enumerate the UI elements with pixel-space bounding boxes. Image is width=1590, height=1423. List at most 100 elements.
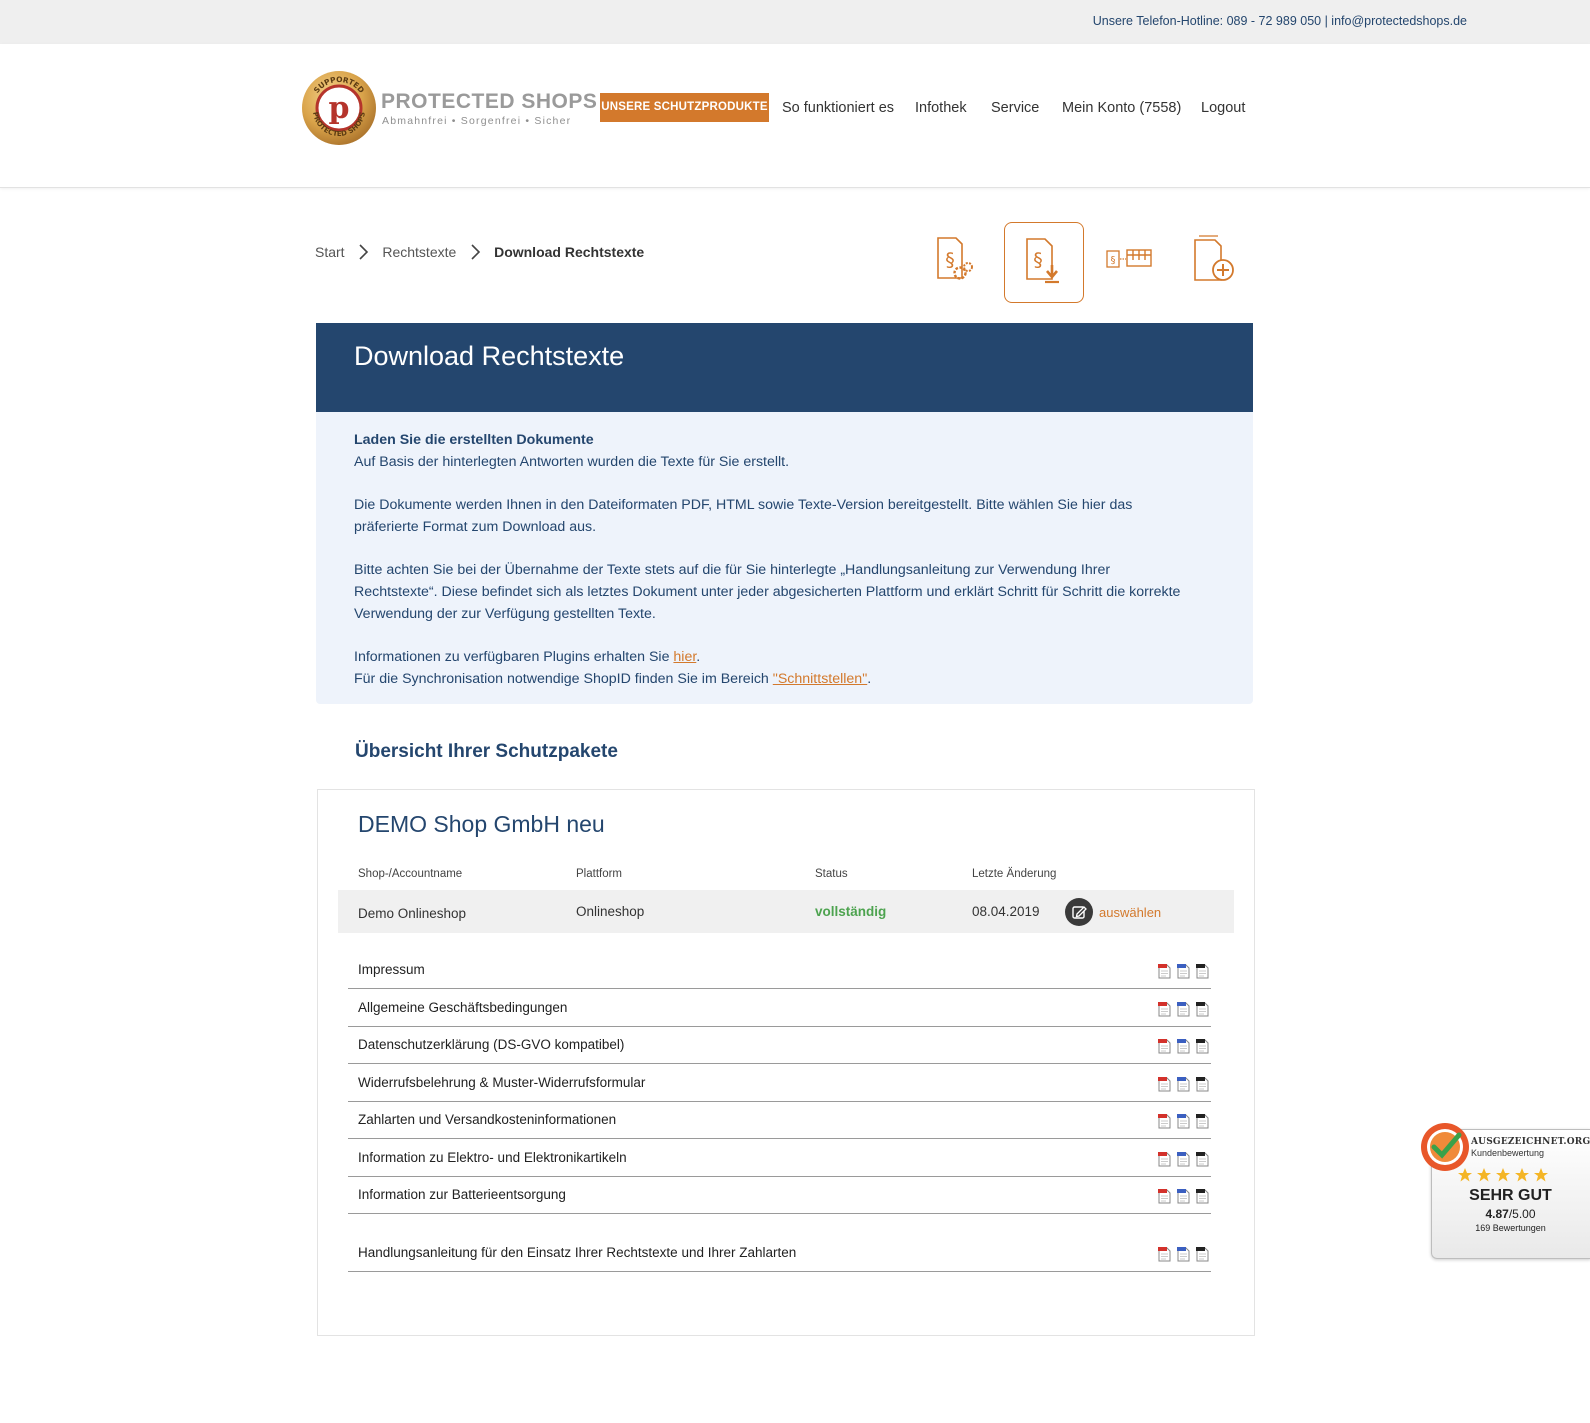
- table-row: Demo Onlineshop Onlineshop vollständig 0…: [338, 890, 1234, 933]
- pdf-icon[interactable]: [1157, 1188, 1172, 1204]
- document-row-electronics: Information zu Elektro- und Elektronikar…: [348, 1140, 1211, 1177]
- add-document-icon: [1194, 235, 1234, 281]
- logo-seal-icon: p SUPPORTED PROTECTED SHOPS: [302, 71, 376, 145]
- html-icon[interactable]: [1176, 1038, 1191, 1054]
- site-header: p SUPPORTED PROTECTED SHOPS PROTECTED SH…: [0, 44, 1590, 188]
- status-badge: vollständig: [815, 904, 887, 919]
- rating-brand: AUSGEZEICHNET.ORG: [1471, 1137, 1590, 1147]
- html-icon[interactable]: [1176, 1246, 1191, 1262]
- document-label: Impressum: [358, 962, 425, 977]
- last-change-date: 08.04.2019: [972, 904, 1040, 919]
- plugins-link[interactable]: hier: [673, 649, 696, 665]
- nav-infothek[interactable]: Infothek: [915, 100, 967, 116]
- rating-widget[interactable]: AUSGEZEICHNET.ORG Kundenbewertung SEHR G…: [1419, 1121, 1590, 1261]
- document-label: Allgemeine Geschäftsbedingungen: [358, 1000, 568, 1015]
- add-document-button[interactable]: [1177, 222, 1255, 301]
- intro-heading: Laden Sie die erstellten Dokumente: [354, 432, 594, 448]
- col-platform: Plattform: [576, 868, 623, 880]
- package-card: DEMO Shop GmbH neu Shop-/Accountname Pla…: [317, 789, 1255, 1336]
- document-label: Widerrufsbelehrung & Muster-Widerrufsfor…: [358, 1075, 646, 1090]
- edit-icon[interactable]: [1065, 898, 1093, 926]
- html-icon[interactable]: [1176, 1188, 1191, 1204]
- intro-formats: Die Dokumente werden Ihnen in den Dateif…: [354, 497, 1133, 535]
- document-row-privacy: Datenschutzerklärung (DS-GVO kompatibel): [348, 1027, 1211, 1064]
- nav-how-it-works[interactable]: So funktioniert es: [782, 100, 894, 116]
- document-row-agb: Allgemeine Geschäftsbedingungen: [348, 990, 1211, 1027]
- download-icons: [1157, 1001, 1211, 1017]
- logo-slogan: Abmahnfrei • Sorgenfrei • Sicher: [382, 115, 572, 127]
- svg-text:§: §: [1111, 255, 1116, 266]
- txt-icon[interactable]: [1195, 1188, 1210, 1204]
- svg-text:§: §: [945, 249, 955, 271]
- shopid-suffix: .: [867, 670, 872, 687]
- nav-my-account[interactable]: Mein Konto (7558): [1062, 100, 1181, 116]
- legal-settings-button[interactable]: §: [916, 222, 994, 301]
- txt-icon[interactable]: [1195, 1113, 1210, 1129]
- rating-grade: SEHR GUT: [1469, 1187, 1552, 1204]
- document-label: Handlungsanleitung für den Einsatz Ihrer…: [358, 1245, 797, 1260]
- intro-box: Laden Sie die erstellten Dokumente Auf B…: [316, 412, 1253, 704]
- download-icons: [1157, 1151, 1211, 1167]
- breadcrumb: Start Rechtstexte Download Rechtstexte: [315, 243, 644, 263]
- page-title: Download Rechtstexte: [354, 341, 625, 371]
- logo-brand: PROTECTED SHOPS: [381, 90, 598, 113]
- overview-title: Übersicht Ihrer Schutzpakete: [355, 741, 618, 762]
- txt-icon[interactable]: [1195, 1038, 1210, 1054]
- pdf-icon[interactable]: [1157, 1151, 1172, 1167]
- table-header: Shop-/Accountname Plattform Status Letzt…: [338, 868, 1234, 890]
- txt-icon[interactable]: [1195, 1246, 1210, 1262]
- logo[interactable]: p SUPPORTED PROTECTED SHOPS PROTECTED SH…: [301, 70, 597, 148]
- breadcrumb-start[interactable]: Start: [315, 244, 345, 260]
- document-label: Datenschutzerklärung (DS-GVO kompatibel): [358, 1037, 625, 1052]
- html-icon[interactable]: [1176, 1076, 1191, 1092]
- legal-shop-icon: §: [1106, 249, 1152, 268]
- document-row-impressum: Impressum: [348, 952, 1211, 989]
- shopid-text: Für die Synchronisation notwendige ShopI…: [354, 670, 773, 687]
- txt-icon[interactable]: [1195, 1151, 1210, 1167]
- plugins-text: Informationen zu verfügbaren Plugins erh…: [354, 648, 674, 665]
- html-icon[interactable]: [1176, 1001, 1191, 1017]
- col-last-change: Letzte Änderung: [972, 868, 1057, 880]
- pdf-icon[interactable]: [1157, 1038, 1172, 1054]
- protection-products-button[interactable]: UNSERE SCHUTZPRODUKTE: [600, 93, 769, 122]
- intro-guide-hint: Bitte achten Sie bei der Übernahme der T…: [354, 562, 1181, 622]
- star-rating-icon: [1458, 1168, 1548, 1182]
- html-icon[interactable]: [1176, 1113, 1191, 1129]
- package-name: DEMO Shop GmbH neu: [358, 811, 605, 837]
- nav-service[interactable]: Service: [991, 100, 1039, 116]
- txt-icon[interactable]: [1195, 1076, 1210, 1092]
- html-icon[interactable]: [1176, 1151, 1191, 1167]
- select-link[interactable]: auswählen: [1099, 905, 1161, 920]
- document-row-guide: Handlungsanleitung für den Einsatz Ihrer…: [348, 1235, 1211, 1272]
- interfaces-link[interactable]: "Schnittstellen": [773, 671, 867, 687]
- award-seal-icon: [1421, 1123, 1469, 1171]
- page-hero: Download Rechtstexte: [316, 323, 1253, 412]
- download-icons: [1157, 1113, 1211, 1129]
- nav-logout[interactable]: Logout: [1201, 100, 1245, 116]
- document-row-withdrawal: Widerrufsbelehrung & Muster-Widerrufsfor…: [348, 1065, 1211, 1102]
- txt-icon[interactable]: [1195, 1001, 1210, 1017]
- platform-name: Onlineshop: [576, 904, 645, 919]
- rating-max: /5.00: [1508, 1207, 1536, 1221]
- txt-icon[interactable]: [1195, 963, 1210, 979]
- document-row-battery: Information zur Batterieentsorgung: [348, 1177, 1211, 1214]
- breadcrumb-legal-texts[interactable]: Rechtstexte: [382, 244, 456, 260]
- pdf-icon[interactable]: [1157, 1001, 1172, 1017]
- chevron-right-icon: [466, 243, 484, 261]
- legal-download-button[interactable]: §: [1004, 222, 1084, 303]
- document-label: Information zur Batterieentsorgung: [358, 1187, 566, 1202]
- rating-count: 169 Bewertungen: [1475, 1223, 1546, 1233]
- col-account: Shop-/Accountname: [358, 868, 463, 880]
- download-icons: [1157, 963, 1211, 979]
- rating-score: 4.87/5.00: [1431, 1207, 1590, 1221]
- pdf-icon[interactable]: [1157, 1246, 1172, 1262]
- plugins-suffix: .: [696, 648, 701, 665]
- intro-line1: Auf Basis der hinterlegten Antworten wur…: [354, 453, 790, 470]
- breadcrumb-current: Download Rechtstexte: [494, 244, 645, 261]
- html-icon[interactable]: [1176, 963, 1191, 979]
- pdf-icon[interactable]: [1157, 963, 1172, 979]
- pdf-icon[interactable]: [1157, 1076, 1172, 1092]
- legal-shop-button[interactable]: §: [1090, 222, 1168, 301]
- pdf-icon[interactable]: [1157, 1113, 1172, 1129]
- download-icons: [1157, 1076, 1211, 1092]
